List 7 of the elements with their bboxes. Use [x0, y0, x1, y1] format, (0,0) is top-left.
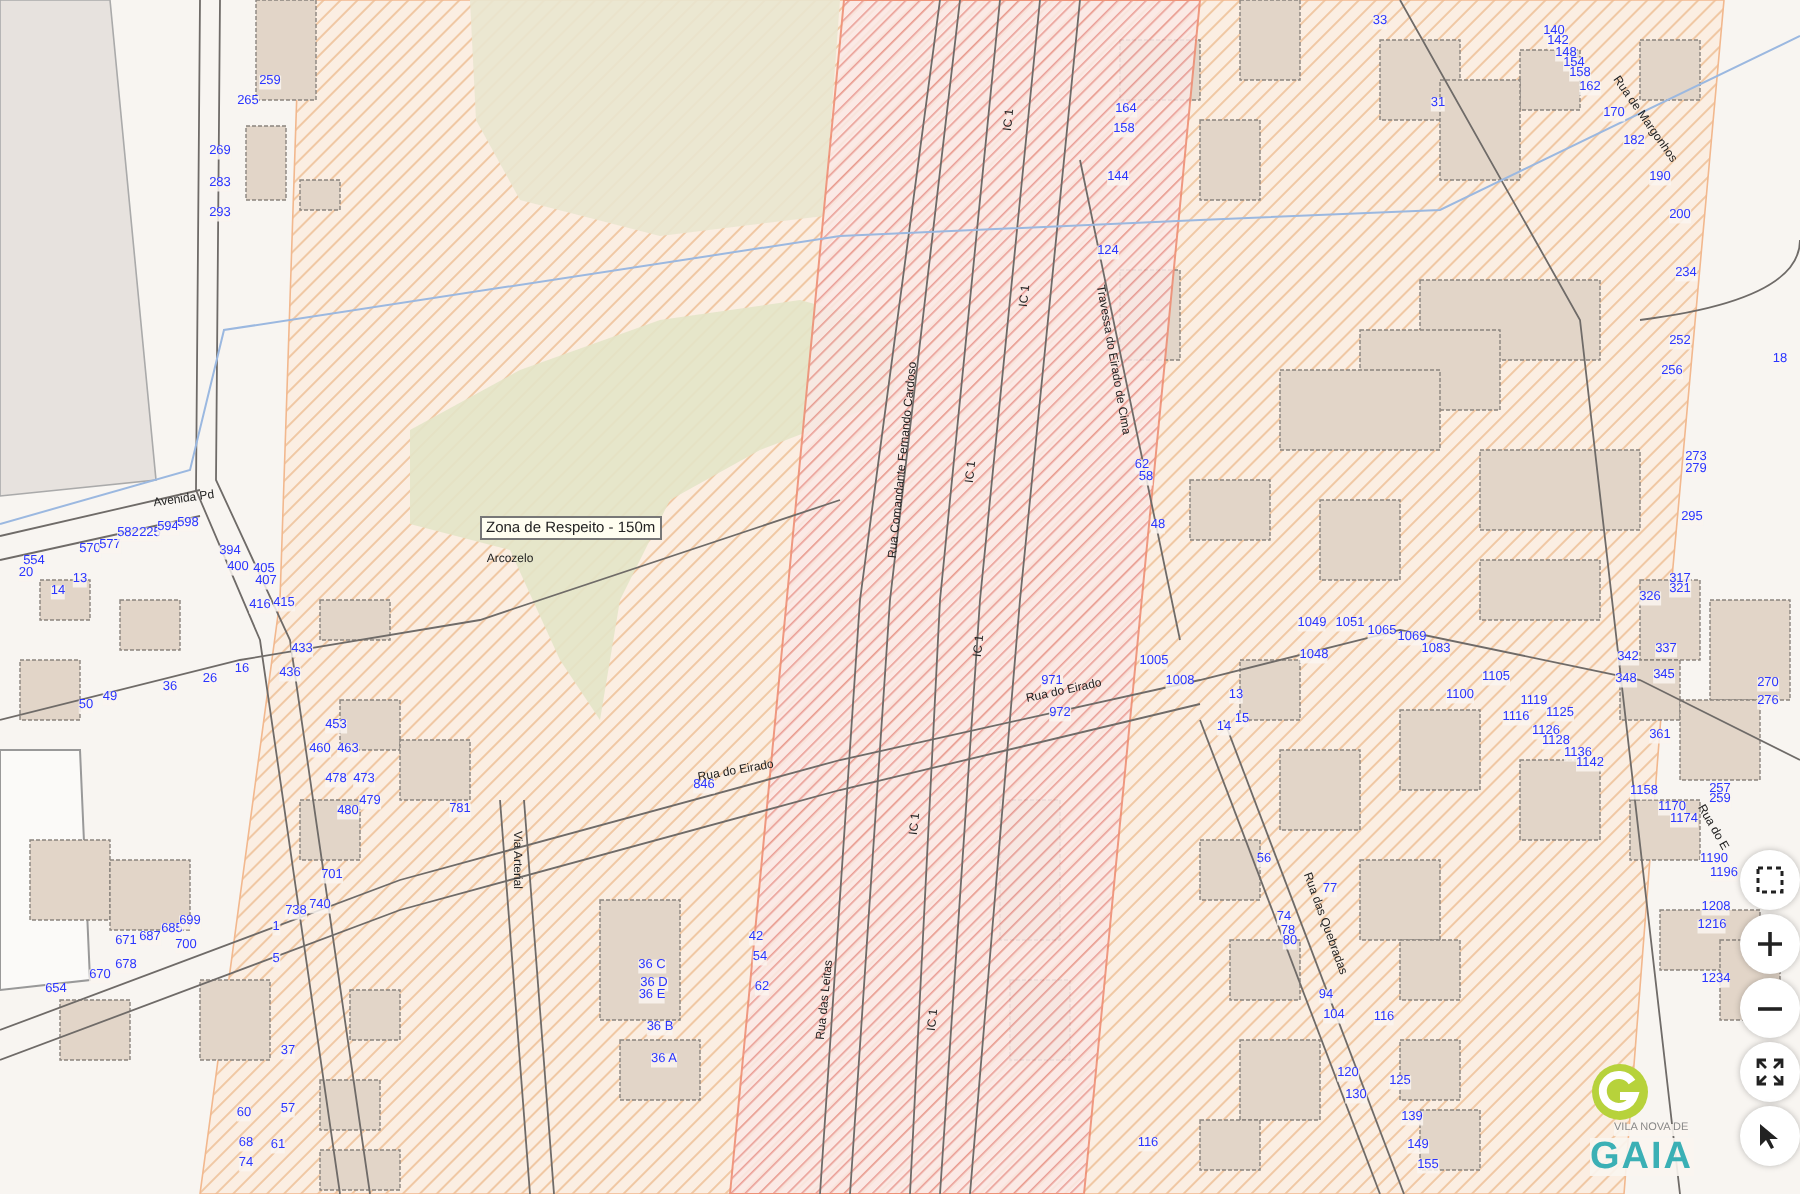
- expand-icon: [1756, 1058, 1784, 1086]
- logo-wordmark: GAIA: [1590, 1137, 1693, 1175]
- dashed-square-icon: [1756, 866, 1784, 894]
- g-circle-icon: [1590, 1062, 1650, 1122]
- minus-icon: [1756, 1005, 1784, 1011]
- cursor-arrow-icon: [1758, 1122, 1782, 1150]
- plus-icon: [1756, 930, 1784, 958]
